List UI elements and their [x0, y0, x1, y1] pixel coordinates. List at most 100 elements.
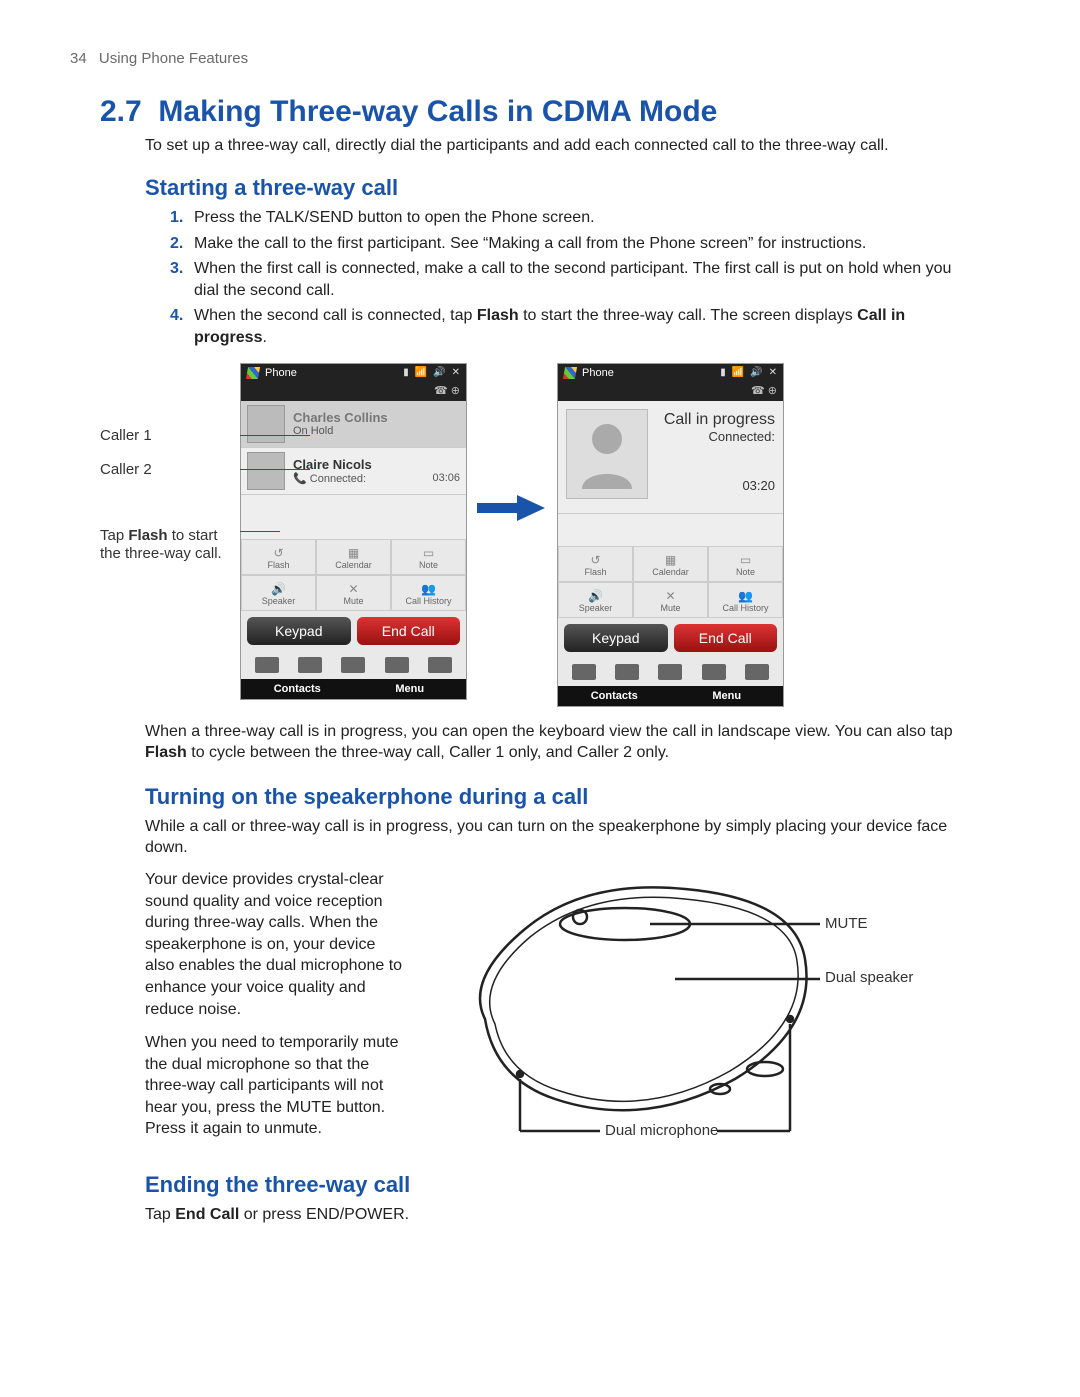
annot-caller2: Caller 2 [100, 461, 240, 479]
person-icon [577, 419, 637, 489]
avatar [247, 405, 285, 443]
call-time: 03:20 [658, 478, 775, 493]
close-icon: ✕ [769, 367, 777, 378]
tray-icon[interactable] [745, 664, 769, 680]
call-in-progress-label: Call in progress [658, 411, 775, 429]
tray-row [558, 658, 783, 686]
close-icon: ✕ [452, 367, 460, 378]
phone-title: Phone [582, 367, 614, 379]
caller2-name: Claire Nicols [293, 457, 460, 472]
speaker-p2: Your device provides crystal-clear sound… [145, 869, 405, 1020]
annot-caller1: Caller 1 [100, 427, 240, 445]
calendar-button[interactable]: ▦Calendar [316, 539, 391, 575]
caller-row-2: Claire Nicols 📞 Connected: 03:06 [241, 448, 466, 495]
step-2: Make the call to the first participant. … [170, 233, 980, 255]
contacts-softkey[interactable]: Contacts [241, 679, 354, 699]
keypad-button[interactable]: Keypad [247, 617, 351, 645]
arrow-icon [467, 493, 557, 523]
section-intro: To set up a three-way call, directly dia… [145, 137, 1020, 155]
leader-line [240, 469, 310, 470]
leader-line [240, 435, 310, 436]
tray-icon[interactable] [702, 664, 726, 680]
step-1: Press the TALK/SEND button to open the P… [170, 207, 980, 229]
subheading-start: Starting a three-way call [145, 175, 1020, 201]
tray-icon[interactable] [298, 657, 322, 673]
volume-icon: 🔊 [750, 367, 762, 378]
phone-subbar: ☎ ⊕ [558, 382, 783, 401]
signal-icon: ▮ [720, 367, 726, 378]
volume-icon: 🔊 [433, 367, 445, 378]
subheading-end: Ending the three-way call [145, 1172, 1020, 1198]
action-row-2: 🔊Speaker ✕Mute 👥Call History [241, 575, 466, 611]
caller1-name: Charles Collins [293, 410, 460, 425]
contacts-softkey[interactable]: Contacts [558, 686, 671, 706]
tray-icon[interactable] [658, 664, 682, 680]
speaker-row: Your device provides crystal-clear sound… [145, 869, 1020, 1152]
label-mute: MUTE [825, 915, 868, 932]
step-4: When the second call is connected, tap F… [170, 305, 980, 348]
running-header: 34 Using Phone Features [70, 50, 1020, 67]
flash-button[interactable]: ↺Flash [241, 539, 316, 575]
windows-flag-icon [246, 367, 260, 379]
tray-icon[interactable] [572, 664, 596, 680]
flash-button[interactable]: ↺Flash [558, 546, 633, 582]
label-speaker: Dual speaker [825, 969, 913, 986]
action-row-1: ↺Flash ▦Calendar ▭Note [558, 546, 783, 582]
phone-titlebar: Phone ▮ 📶 🔊 ✕ [558, 364, 783, 382]
figure-annotations: Caller 1 Caller 2 Tap Flash to start the… [100, 363, 240, 575]
leader-line [240, 531, 280, 532]
steps-list: Press the TALK/SEND button to open the P… [170, 207, 980, 349]
tray-icon[interactable] [428, 657, 452, 673]
mute-button[interactable]: ✕Mute [633, 582, 708, 618]
menu-softkey[interactable]: Menu [671, 686, 784, 706]
speaker-text-column: Your device provides crystal-clear sound… [145, 869, 405, 1152]
device-diagram: MUTE Dual speaker Dual microphone [425, 869, 1020, 1149]
after-figure-para: When a three-way call is in progress, yo… [145, 721, 980, 764]
phone-footbar: Contacts Menu [558, 686, 783, 706]
endcall-button[interactable]: End Call [357, 617, 461, 645]
history-button[interactable]: 👥Call History [708, 582, 783, 618]
pill-row: Keypad End Call [558, 618, 783, 658]
menu-softkey[interactable]: Menu [354, 679, 467, 699]
note-button[interactable]: ▭Note [708, 546, 783, 582]
calendar-button[interactable]: ▦Calendar [633, 546, 708, 582]
page-number: 34 [70, 50, 87, 67]
step-3: When the first call is connected, make a… [170, 258, 980, 301]
annot-tapflash: Tap Flash to start the three-way call. [100, 527, 240, 563]
device-outline-icon [425, 869, 985, 1149]
section-title: 2.7 Making Three-way Calls in CDMA Mode [100, 95, 990, 129]
tray-row [241, 651, 466, 679]
caller2-status: 📞 Connected: [293, 472, 366, 485]
speaker-button[interactable]: 🔊Speaker [558, 582, 633, 618]
speaker-p3: When you need to temporarily mute the du… [145, 1032, 405, 1140]
signal-icon: ▮ [403, 367, 409, 378]
mute-button[interactable]: ✕Mute [316, 575, 391, 611]
tray-icon[interactable] [615, 664, 639, 680]
antenna-icon: 📶 [415, 367, 427, 378]
action-row-1: ↺Flash ▦Calendar ▭Note [241, 539, 466, 575]
speaker-intro: While a call or three-way call is in pro… [145, 816, 980, 859]
phone-subbar: ☎ ⊕ [241, 382, 466, 401]
phone-screenshot-b: Phone ▮ 📶 🔊 ✕ ☎ ⊕ Call in progress Conne… [557, 363, 784, 707]
keypad-button[interactable]: Keypad [564, 624, 668, 652]
connected-label: Connected: [658, 429, 775, 444]
label-mic: Dual microphone [605, 1122, 718, 1139]
phone-footbar: Contacts Menu [241, 679, 466, 699]
pill-row: Keypad End Call [241, 611, 466, 651]
manual-page: 34 Using Phone Features 2.7 Making Three… [0, 0, 1080, 1296]
chapter-name: Using Phone Features [99, 50, 248, 67]
antenna-icon: 📶 [732, 367, 744, 378]
avatar-large [566, 409, 648, 499]
history-button[interactable]: 👥Call History [391, 575, 466, 611]
windows-flag-icon [563, 367, 577, 379]
big-caller-area: Call in progress Connected: 03:20 [558, 401, 783, 514]
tray-icon[interactable] [255, 657, 279, 673]
tray-icon[interactable] [341, 657, 365, 673]
tray-icon[interactable] [385, 657, 409, 673]
note-button[interactable]: ▭Note [391, 539, 466, 575]
avatar [247, 452, 285, 490]
endcall-button[interactable]: End Call [674, 624, 778, 652]
speaker-button[interactable]: 🔊Speaker [241, 575, 316, 611]
figure-row: Caller 1 Caller 2 Tap Flash to start the… [100, 363, 1020, 707]
action-row-2: 🔊Speaker ✕Mute 👥Call History [558, 582, 783, 618]
